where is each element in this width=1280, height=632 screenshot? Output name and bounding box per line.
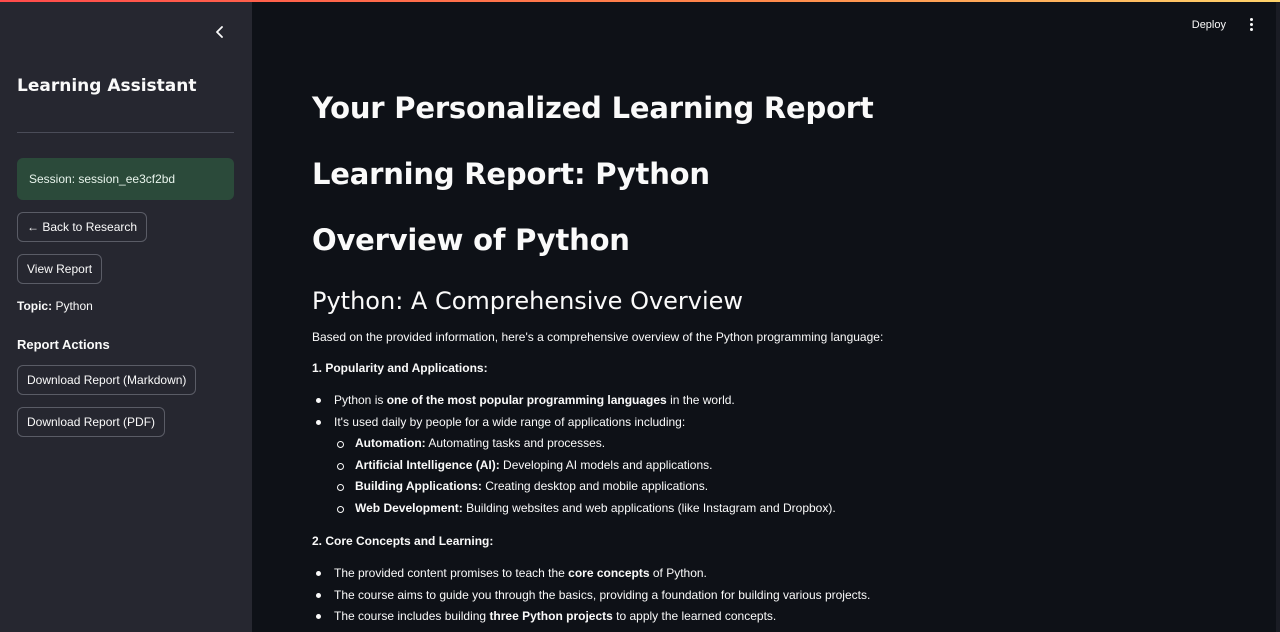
applications-sublist: Automation: Automating tasks and process… — [334, 433, 1212, 519]
main-content: Your Personalized Learning Report Learni… — [312, 88, 1212, 628]
sublist-item: Artificial Intelligence (AI): Developing… — [334, 455, 1212, 477]
top-accent-bar — [0, 0, 1280, 2]
intro-paragraph: Based on the provided information, here'… — [312, 330, 884, 344]
list-item: The course aims to guide you through the… — [312, 585, 1212, 607]
session-badge: Session: session_ee3cf2bd — [17, 158, 234, 200]
list-item: Python is one of the most popular progra… — [312, 390, 1212, 412]
section-1-list: Python is one of the most popular progra… — [312, 390, 1212, 519]
report-actions-heading: Report Actions — [17, 337, 110, 352]
section-1-title: 1. Popularity and Applications: — [312, 361, 488, 375]
sidebar-divider — [17, 132, 234, 133]
list-item: The provided content promises to teach t… — [312, 563, 1212, 585]
download-markdown-button[interactable]: Download Report (Markdown) — [17, 365, 197, 395]
sidebar-title: Learning Assistant — [17, 76, 197, 96]
scrollbar[interactable] — [1276, 0, 1280, 632]
section-2-title: 2. Core Concepts and Learning: — [312, 534, 494, 548]
overview-subheading: Python: A Comprehensive Overview — [312, 287, 744, 315]
list-item: The course includes building three Pytho… — [312, 606, 1212, 628]
back-to-research-button[interactable]: ← Back to Research — [17, 212, 148, 242]
view-report-button[interactable]: View Report — [17, 254, 103, 284]
overview-title: Overview of Python — [312, 223, 630, 257]
section-2-list: The provided content promises to teach t… — [312, 563, 1212, 628]
header-actions: Deploy — [1192, 18, 1256, 31]
deploy-button[interactable]: Deploy — [1192, 19, 1226, 31]
sublist-item: Web Development: Building websites and w… — [334, 498, 1212, 520]
more-menu-icon[interactable] — [1246, 18, 1256, 31]
report-title: Your Personalized Learning Report — [312, 91, 874, 125]
report-topic-title: Learning Report: Python — [312, 157, 710, 191]
chevron-left-icon — [216, 26, 223, 38]
topic-value: Python — [55, 299, 93, 313]
topic-label: Topic: — [17, 299, 53, 313]
topic-line: Topic: Python — [17, 299, 93, 313]
list-item: It's used daily by people for a wide ran… — [312, 412, 1212, 520]
sublist-item: Building Applications: Creating desktop … — [334, 476, 1212, 498]
sidebar: Learning Assistant Session: session_ee3c… — [0, 0, 252, 632]
collapse-sidebar-button[interactable] — [208, 20, 232, 44]
download-pdf-button[interactable]: Download Report (PDF) — [17, 407, 166, 437]
sublist-item: Automation: Automating tasks and process… — [334, 433, 1212, 455]
